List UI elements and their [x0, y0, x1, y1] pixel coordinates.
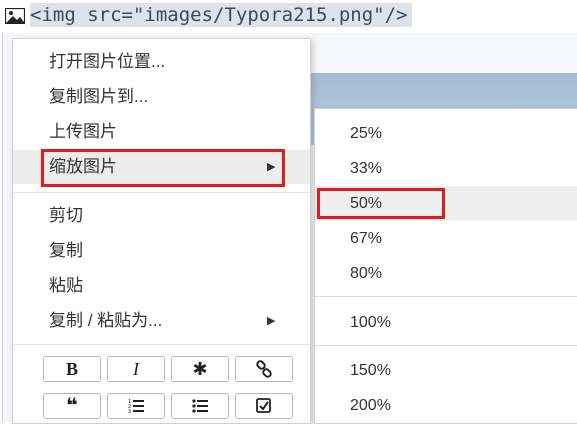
- task-list-icon: [256, 397, 271, 413]
- menu-item-copy-paste-as[interactable]: 复制 / 粘贴为... ▶: [13, 304, 310, 338]
- zoom-option-100[interactable]: 100%: [315, 305, 577, 340]
- asterisk-button[interactable]: ✱: [171, 356, 229, 382]
- zoom-option-200[interactable]: 200%: [315, 388, 577, 423]
- italic-button[interactable]: I: [107, 356, 165, 382]
- menu-item-cut[interactable]: 剪切: [13, 199, 310, 233]
- quote-button[interactable]: ❝: [43, 393, 101, 419]
- zoom-option-label: 200%: [350, 397, 391, 414]
- menu-item-label: 复制 / 粘贴为...: [49, 311, 163, 330]
- zoom-option-label: 33%: [350, 160, 383, 177]
- ordered-list-icon: 1 2 3: [128, 399, 144, 415]
- quote-icon: ❝: [66, 395, 78, 417]
- ordered-list-button[interactable]: 1 2 3: [107, 393, 165, 419]
- menu-item-open-image-location[interactable]: 打开图片位置...: [13, 45, 310, 79]
- link-icon: [256, 360, 272, 378]
- submenu-divider: [315, 345, 577, 346]
- menu-item-label: 上传图片: [49, 122, 117, 141]
- image-markup-code[interactable]: <img src="images/Typora215.png"/>: [30, 3, 412, 27]
- unordered-list-icon: [192, 399, 208, 413]
- link-button[interactable]: [235, 356, 293, 382]
- menu-item-label: 剪切: [49, 206, 83, 225]
- zoom-option-33[interactable]: 33%: [315, 151, 577, 186]
- menu-divider: [13, 192, 310, 193]
- menu-item-label: 复制图片到...: [49, 87, 149, 106]
- task-list-button[interactable]: [235, 393, 293, 419]
- menu-item-paste[interactable]: 粘贴: [13, 269, 310, 303]
- zoom-option-80[interactable]: 80%: [315, 256, 577, 291]
- zoom-option-label: 100%: [350, 314, 391, 331]
- asterisk-icon: ✱: [192, 359, 208, 379]
- zoom-option-67[interactable]: 67%: [315, 221, 577, 256]
- bold-button[interactable]: B: [43, 356, 101, 382]
- zoom-option-label: 25%: [350, 125, 383, 142]
- menu-item-label: 粘贴: [49, 276, 83, 295]
- submenu-arrow-icon: ▶: [267, 315, 276, 327]
- image-icon: [5, 8, 25, 24]
- italic-icon: I: [133, 359, 139, 379]
- zoom-option-25[interactable]: 25%: [315, 116, 577, 151]
- zoom-option-label: 67%: [350, 230, 383, 247]
- menu-item-label: 复制: [49, 241, 83, 260]
- context-menu: 打开图片位置... 复制图片到... 上传图片 缩放图片 ▶ 剪切 复制 粘贴 …: [12, 38, 311, 424]
- menu-divider: [13, 344, 310, 345]
- zoom-option-label: 80%: [350, 265, 383, 282]
- source-line: <img src="images/Typora215.png"/>: [0, 0, 577, 30]
- unordered-list-button[interactable]: [171, 393, 229, 419]
- zoom-option-150[interactable]: 150%: [315, 353, 577, 388]
- zoom-submenu: 25% 33% 50% 67% 80% 100% 150% 200%: [314, 108, 577, 424]
- bold-icon: B: [65, 359, 78, 379]
- menu-item-upload-image[interactable]: 上传图片: [13, 115, 310, 149]
- menu-item-label: 打开图片位置...: [49, 52, 166, 71]
- menu-item-copy-image-to[interactable]: 复制图片到...: [13, 80, 310, 114]
- zoom-option-label: 150%: [350, 362, 391, 379]
- submenu-divider: [315, 296, 577, 297]
- menu-item-copy[interactable]: 复制: [13, 234, 310, 268]
- svg-text:3: 3: [128, 409, 131, 415]
- highlight-box-zoom: [41, 149, 285, 187]
- highlight-box-50: [317, 188, 445, 219]
